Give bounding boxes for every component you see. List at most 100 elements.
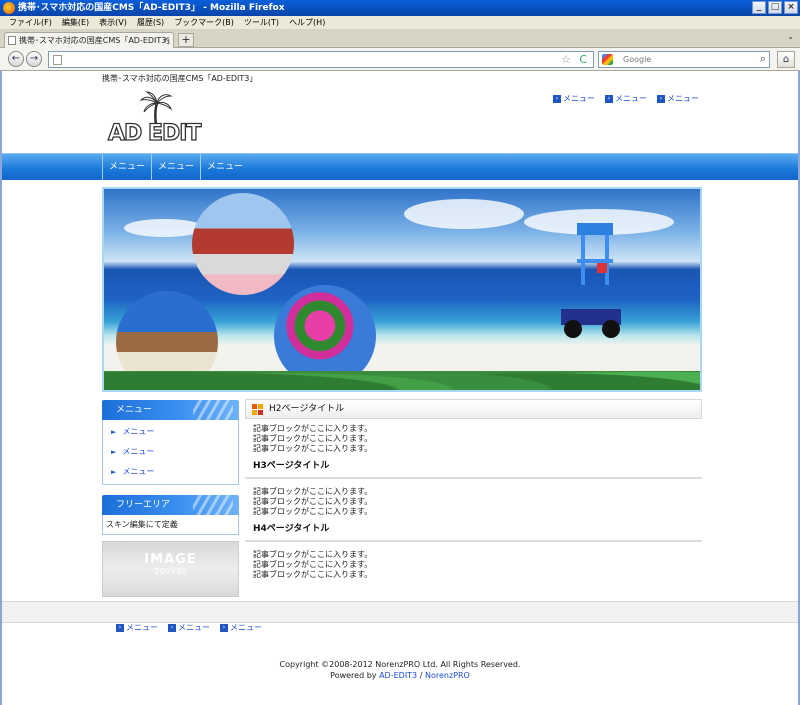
article-line: 記事ブロックがここに入ります。 — [253, 434, 373, 443]
header-link[interactable]: › メニュー — [605, 93, 647, 104]
search-icon[interactable]: ⌕ — [760, 52, 766, 66]
menu-file[interactable]: ファイル(F) — [4, 16, 57, 29]
address-bar[interactable]: ☆ C — [48, 51, 594, 68]
image-placeholder: IMAGE 200×80 — [102, 541, 239, 597]
sidebar-menu-item[interactable]: ► メニュー — [103, 462, 238, 482]
arrow-icon: › — [605, 94, 613, 103]
menu-edit[interactable]: 編集(E) — [57, 16, 94, 29]
triangle-icon: ► — [111, 428, 117, 436]
browser-tab[interactable]: 携帯･スマホ対応の国産CMS「AD-EDIT3」 × — [4, 32, 174, 48]
cloud — [404, 199, 524, 229]
tab-close-icon[interactable]: × — [162, 33, 170, 48]
h2-title: H2ページタイトル — [269, 404, 345, 414]
powered-by-prefix: Powered by — [330, 671, 377, 680]
google-engine-icon[interactable] — [602, 54, 613, 65]
image-placeholder-size: 200×80 — [154, 567, 187, 576]
article-block: 記事ブロックがここに入ります。 記事ブロックがここに入ります。 記事ブロックがこ… — [245, 479, 702, 517]
footer-link[interactable]: › メニュー — [220, 622, 262, 633]
sidebar-menu-label: メニュー — [122, 447, 155, 456]
h3-title: H3ページタイトル — [245, 454, 702, 479]
menu-help[interactable]: ヘルプ(H) — [284, 16, 330, 29]
reload-icon[interactable]: C — [579, 53, 587, 66]
global-nav-item[interactable]: メニュー — [200, 154, 249, 180]
powered-by: Powered by AD-EDIT3 / NorenzPRO — [2, 670, 798, 681]
tab-list-icon[interactable]: ⌄ — [787, 32, 794, 41]
footer-link-label: メニュー — [178, 623, 210, 632]
sidebar-free-title: フリーエリア — [116, 500, 171, 510]
ad-edit-link[interactable]: AD-EDIT3 — [379, 671, 417, 680]
arrow-icon: › — [168, 623, 176, 632]
sidebar-menu-label: メニュー — [122, 467, 155, 476]
close-button[interactable]: × — [784, 1, 798, 14]
menu-bookmarks[interactable]: ブックマーク(B) — [169, 16, 239, 29]
powered-by-separator: / — [419, 671, 423, 680]
firefox-icon — [3, 2, 15, 14]
h2-title-bar: H2ページタイトル — [245, 399, 702, 419]
article-line: 記事ブロックがここに入ります。 — [253, 560, 373, 569]
menu-tools[interactable]: ツール(T) — [239, 16, 284, 29]
copyright-text: Copyright ©2008-2012 NorenzPRO Ltd. All … — [279, 660, 521, 669]
greenery — [104, 348, 700, 390]
global-nav-item[interactable]: メニュー — [151, 154, 200, 180]
heading-stripes — [193, 495, 233, 515]
image-placeholder-label: IMAGE — [144, 552, 197, 567]
search-input[interactable] — [623, 53, 743, 66]
page-icon — [8, 36, 16, 45]
menu-view[interactable]: 表示(V) — [94, 16, 132, 29]
hero-banner-image — [102, 187, 702, 392]
window-titlebar: 携帯･スマホ対応の国産CMS「AD-EDIT3」 - Mozilla Firef… — [0, 0, 800, 16]
shuri-castle-photo — [192, 193, 294, 295]
article-line: 記事ブロックがここに入ります。 — [253, 550, 373, 559]
back-button[interactable]: ← — [8, 51, 24, 67]
article-line: 記事ブロックがここに入ります。 — [253, 507, 373, 516]
squares-icon — [252, 404, 263, 415]
sidebar-menu-title: メニュー — [116, 405, 153, 415]
home-button[interactable]: ⌂ — [777, 51, 795, 68]
tab-title: 携帯･スマホ対応の国産CMS「AD-EDIT3」 — [19, 36, 174, 45]
arrow-icon: › — [220, 623, 228, 632]
window-title: 携帯･スマホ対応の国産CMS「AD-EDIT3」 - Mozilla Firef… — [18, 3, 285, 13]
header-link[interactable]: › メニュー — [657, 93, 699, 104]
article-line: 記事ブロックがここに入ります。 — [253, 497, 373, 506]
article-block: 記事ブロックがここに入ります。 記事ブロックがここに入ります。 記事ブロックがこ… — [245, 419, 702, 454]
sidebar-menu-item[interactable]: ► メニュー — [103, 422, 238, 442]
header-link-label: メニュー — [615, 94, 647, 103]
header-link[interactable]: › メニュー — [553, 93, 595, 104]
tab-bar: 携帯･スマホ対応の国産CMS「AD-EDIT3」 × + ⌄ — [0, 30, 800, 48]
logo-text: AD EDIT — [107, 120, 202, 146]
h4-title: H4ページタイトル — [245, 517, 702, 542]
sidebar-menu: ► メニュー ► メニュー ► メニュー — [102, 420, 239, 485]
site-identity-icon[interactable] — [53, 55, 62, 65]
site-tagline: 携帯･スマホ対応の国産CMS「AD-EDIT3」 — [102, 74, 258, 83]
free-area: スキン編集にて定義 — [102, 515, 239, 535]
menu-bar: ファイル(F) 編集(E) 表示(V) 履歴(S) ブックマーク(B) ツール(… — [0, 16, 800, 30]
sidebar-menu-item[interactable]: ► メニュー — [103, 442, 238, 462]
sidebar-menu-heading: メニュー — [102, 400, 239, 420]
free-area-text: スキン編集にて定義 — [106, 520, 178, 529]
maximize-button[interactable]: □ — [768, 1, 782, 14]
header-link-label: メニュー — [667, 94, 699, 103]
footer-link-label: メニュー — [230, 623, 262, 632]
article-line: 記事ブロックがここに入ります。 — [253, 487, 373, 496]
footer-link-label: メニュー — [126, 623, 158, 632]
heading-stripes — [193, 400, 233, 420]
navigation-toolbar: ← → ☆ C ⌕ ⌂ — [0, 48, 800, 71]
norenzpro-link[interactable]: NorenzPRO — [425, 671, 470, 680]
footer-link[interactable]: › メニュー — [116, 622, 158, 633]
menu-history[interactable]: 履歴(S) — [132, 16, 169, 29]
search-box[interactable]: ⌕ — [598, 51, 770, 68]
global-nav-item[interactable]: メニュー — [102, 154, 151, 180]
footer-strip — [2, 601, 798, 623]
arrow-icon: › — [657, 94, 665, 103]
bookmark-star-icon[interactable]: ☆ — [561, 53, 571, 66]
site-logo[interactable]: AD EDIT — [107, 91, 218, 147]
global-nav: メニュー メニュー メニュー — [2, 153, 798, 180]
footer-links: › メニュー › メニュー › メニュー — [116, 622, 262, 633]
window-controls: _ □ × — [752, 1, 798, 14]
footer-link[interactable]: › メニュー — [168, 622, 210, 633]
minimize-button[interactable]: _ — [752, 1, 766, 14]
article-line: 記事ブロックがここに入ります。 — [253, 424, 373, 433]
article-line: 記事ブロックがここに入ります。 — [253, 444, 373, 453]
new-tab-button[interactable]: + — [178, 33, 194, 47]
forward-button[interactable]: → — [26, 51, 42, 67]
